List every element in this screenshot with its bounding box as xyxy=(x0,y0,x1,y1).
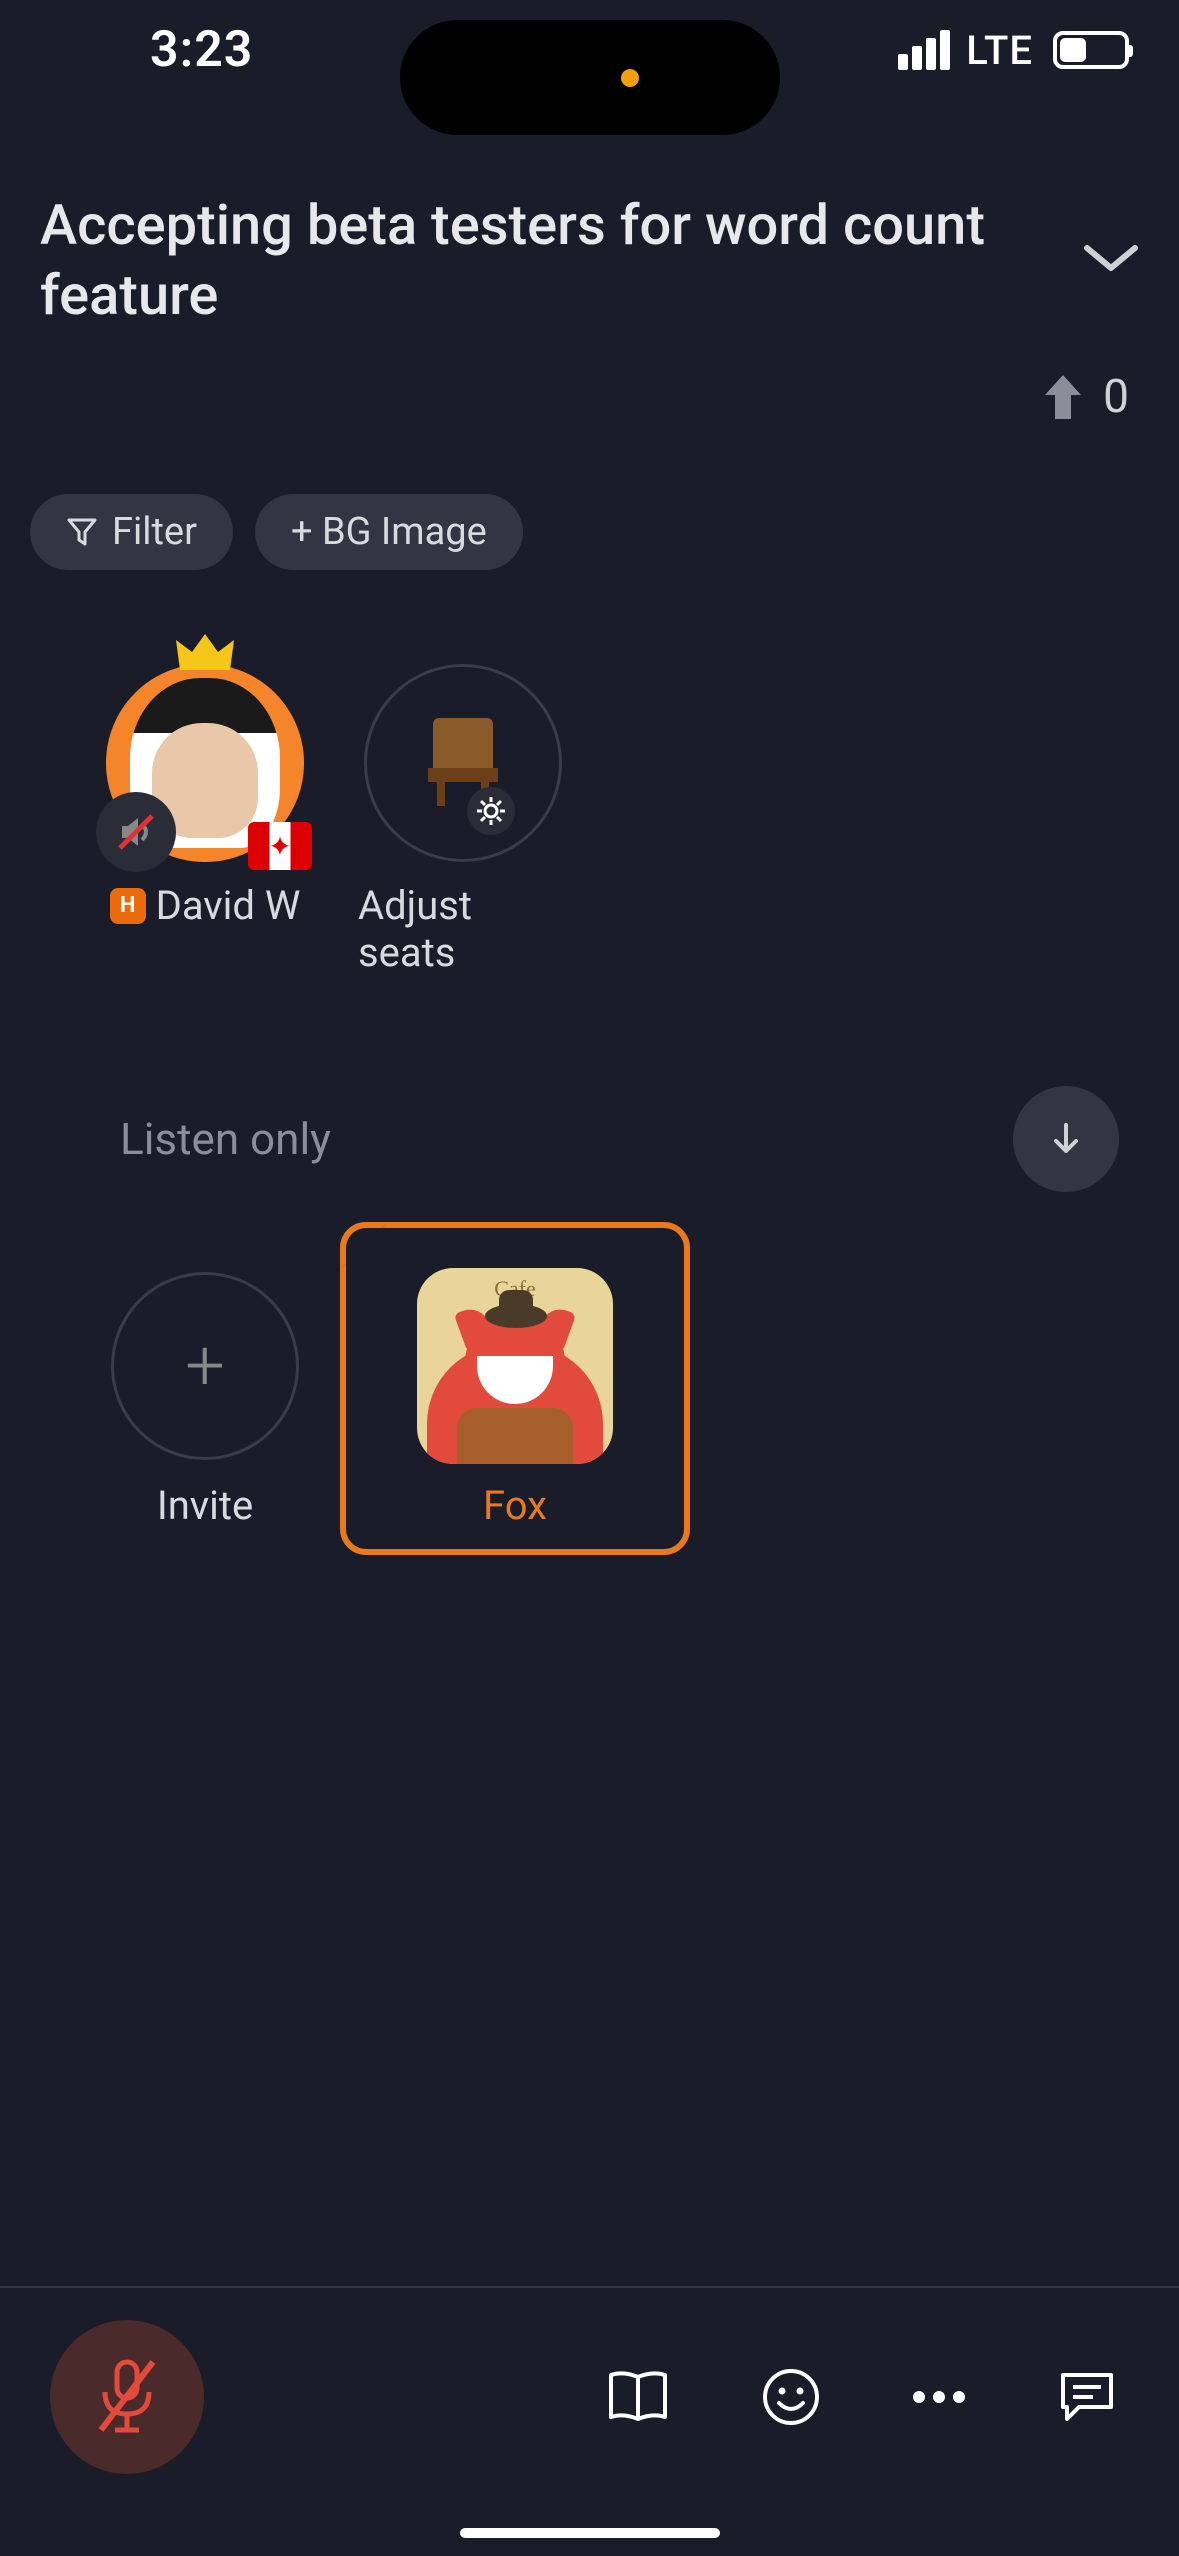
emoji-button[interactable] xyxy=(759,2365,823,2429)
adjust-seats-label: Adjust seats xyxy=(358,882,568,976)
listener-list: + Invite Cafe Fox xyxy=(0,1222,1179,1585)
filter-label: Filter xyxy=(112,510,197,554)
smile-icon xyxy=(759,2365,823,2429)
empty-seat-icon xyxy=(364,664,562,862)
collapse-button[interactable] xyxy=(1083,237,1139,284)
gear-icon xyxy=(467,787,515,835)
bottom-toolbar xyxy=(0,2286,1179,2556)
listener-fox-name: Fox xyxy=(483,1482,547,1529)
more-icon xyxy=(909,2387,969,2407)
fox-avatar: Cafe xyxy=(417,1268,613,1464)
arrow-down-icon xyxy=(1046,1119,1086,1159)
speaker-seats: ✦ H David W xyxy=(0,600,1179,996)
mic-toggle-button[interactable] xyxy=(50,2320,204,2474)
book-icon xyxy=(603,2367,673,2427)
dynamic-island xyxy=(400,20,780,135)
cellular-signal-icon xyxy=(898,30,950,70)
upvote-arrow-icon xyxy=(1041,371,1085,423)
book-button[interactable] xyxy=(603,2367,673,2427)
home-indicator[interactable] xyxy=(460,2528,720,2538)
listen-only-label: Listen only xyxy=(120,1113,331,1165)
recording-indicator-dot xyxy=(621,69,639,87)
chevron-down-icon xyxy=(1083,242,1139,274)
mic-muted-icon xyxy=(87,2352,167,2442)
chat-button[interactable] xyxy=(1055,2367,1119,2427)
control-pills: Filter + BG Image xyxy=(0,454,1179,600)
status-bar: 3:23 LTE xyxy=(0,0,1179,100)
adjust-seats-button[interactable]: Adjust seats xyxy=(358,630,568,976)
host-seat[interactable]: ✦ H David W xyxy=(100,630,310,976)
invite-button[interactable]: + Invite xyxy=(100,1222,310,1555)
country-flag-canada: ✦ xyxy=(248,822,312,870)
battery-icon xyxy=(1053,31,1129,69)
listener-fox[interactable]: Cafe Fox xyxy=(340,1222,690,1555)
filter-icon xyxy=(66,516,98,548)
muted-icon xyxy=(96,792,176,872)
host-badge: H xyxy=(110,888,146,924)
status-right: LTE xyxy=(898,27,1129,74)
upvote-count: 0 xyxy=(1103,370,1129,424)
host-name: David W xyxy=(156,882,301,929)
bg-image-button[interactable]: + BG Image xyxy=(255,494,523,570)
host-name-row: H David W xyxy=(110,882,301,929)
crown-icon xyxy=(174,630,236,689)
listen-section-header: Listen only xyxy=(0,996,1179,1222)
status-time: 3:23 xyxy=(150,21,253,79)
chat-icon xyxy=(1055,2367,1119,2427)
more-button[interactable] xyxy=(909,2387,969,2407)
filter-button[interactable]: Filter xyxy=(30,494,233,570)
room-title: Accepting beta testers for word count fe… xyxy=(40,190,1053,330)
plus-icon: + xyxy=(111,1272,299,1460)
bg-image-label: + BG Image xyxy=(291,510,487,554)
invite-label: Invite xyxy=(157,1482,253,1529)
upvote-row[interactable]: 0 xyxy=(0,330,1179,454)
network-type: LTE xyxy=(966,27,1033,74)
scroll-down-button[interactable] xyxy=(1013,1086,1119,1192)
host-avatar: ✦ xyxy=(106,664,304,862)
